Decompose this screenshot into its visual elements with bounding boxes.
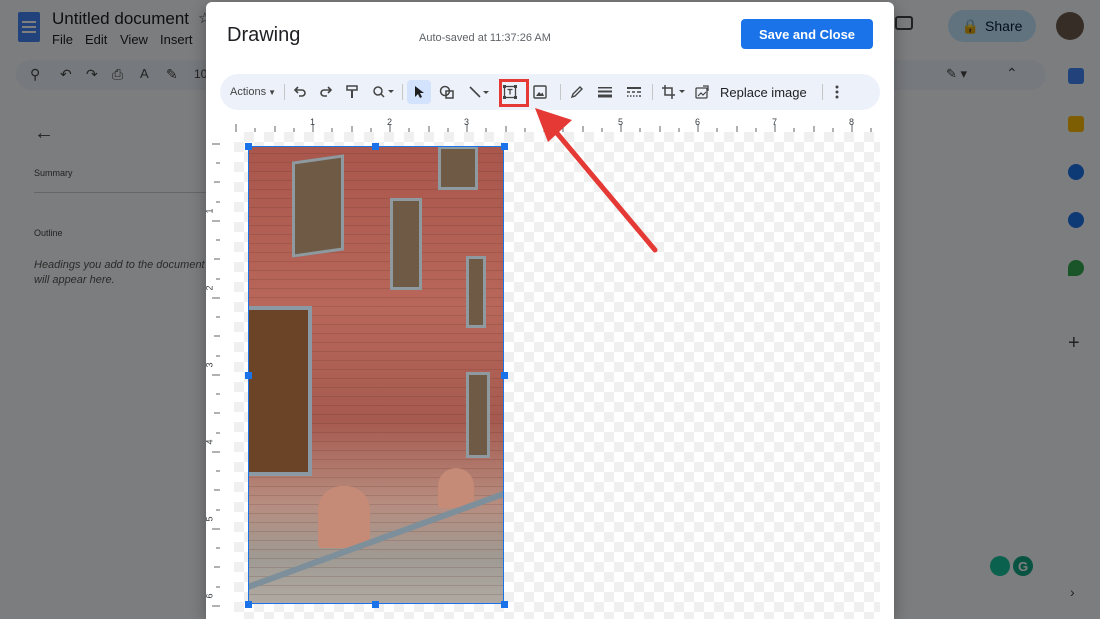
horizontal-ruler: 1 2 3 4 5 6 7 8 [220, 116, 880, 132]
shape-icon[interactable] [436, 80, 458, 104]
undo-icon[interactable] [290, 80, 310, 104]
divider [402, 84, 403, 100]
ruler-label: 5 [206, 516, 215, 521]
actions-label: Actions [230, 86, 267, 98]
chevron-down-icon: ▼ [268, 87, 276, 97]
more-icon[interactable] [828, 80, 846, 104]
ruler-label: 3 [206, 362, 215, 367]
save-and-close-button[interactable]: Save and Close [741, 19, 873, 49]
resize-handle[interactable] [245, 372, 252, 379]
resize-handle[interactable] [245, 601, 252, 608]
divider [822, 84, 823, 100]
ruler-label: 3 [464, 117, 470, 127]
divider [284, 84, 285, 100]
replace-image-button[interactable]: Replace image [720, 80, 807, 104]
resize-handle[interactable] [372, 601, 379, 608]
dialog-title: Drawing [227, 24, 301, 46]
ruler-label: 6 [206, 593, 215, 598]
redo-icon[interactable] [316, 80, 336, 104]
image-icon[interactable] [529, 80, 551, 104]
resize-handle[interactable] [501, 601, 508, 608]
ruler-label: 8 [849, 117, 855, 127]
crop-icon[interactable] [658, 80, 690, 104]
zoom-icon[interactable] [368, 80, 398, 104]
drawing-dialog: Drawing Auto-saved at 11:37:26 AM Save a… [206, 2, 894, 619]
divider [652, 84, 653, 100]
pen-icon[interactable] [566, 80, 588, 104]
ruler-label: 4 [541, 117, 547, 127]
resize-handle[interactable] [372, 143, 379, 150]
ruler-label: 6 [695, 117, 701, 127]
paint-format-icon[interactable] [342, 80, 362, 104]
ruler-label: 2 [206, 285, 215, 290]
line-dash-icon[interactable] [623, 80, 645, 104]
ruler-label: 7 [772, 117, 778, 127]
resize-handle[interactable] [245, 143, 252, 150]
resize-handle[interactable] [501, 143, 508, 150]
ruler-label: 4 [206, 439, 215, 444]
selection-border [248, 146, 504, 604]
actions-menu[interactable]: Actions ▼ [230, 80, 276, 104]
ruler-label: 5 [618, 117, 624, 127]
drawing-toolbar: Actions ▼ Replace image [220, 74, 880, 110]
autosave-status: Auto-saved at 11:37:26 AM [419, 32, 551, 44]
divider [560, 84, 561, 100]
resize-handle[interactable] [501, 372, 508, 379]
line-icon[interactable] [464, 80, 494, 104]
reset-image-icon[interactable] [692, 80, 712, 104]
vertical-ruler: 1 2 3 4 5 6 [206, 132, 220, 619]
ruler-label: 1 [206, 208, 215, 213]
ruler-label: 2 [387, 117, 393, 127]
line-weight-icon[interactable] [594, 80, 616, 104]
highlight-box [499, 79, 529, 107]
select-icon[interactable] [407, 80, 431, 104]
ruler-label: 1 [310, 117, 316, 127]
